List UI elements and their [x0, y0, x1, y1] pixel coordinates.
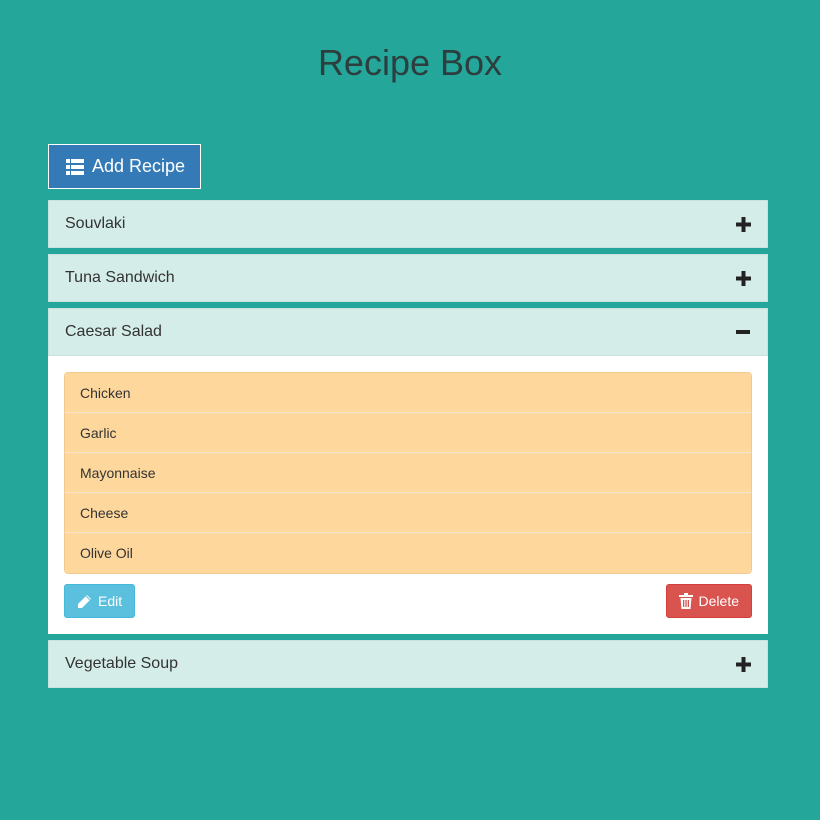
recipe-panel: Souvlaki	[48, 200, 768, 248]
add-recipe-button[interactable]: Add Recipe	[48, 144, 201, 189]
recipe-header-souvlaki[interactable]: Souvlaki	[48, 200, 768, 248]
recipe-header-tuna-sandwich[interactable]: Tuna Sandwich	[48, 254, 768, 302]
recipe-header-caesar-salad[interactable]: Caesar Salad	[48, 308, 768, 356]
delete-button[interactable]: Delete	[665, 584, 752, 618]
pencil-icon	[77, 594, 92, 609]
recipe-name: Souvlaki	[65, 215, 126, 232]
plus-icon[interactable]	[735, 270, 751, 286]
edit-label: Edit	[98, 593, 123, 609]
recipe-body: Chicken Garlic Mayonnaise Cheese Olive O…	[48, 356, 768, 634]
ingredient-item: Garlic	[65, 413, 751, 453]
trash-icon	[678, 593, 693, 609]
ingredient-item: Cheese	[65, 493, 751, 533]
recipe-accordion: Souvlaki Tuna Sandwich Caesar Salad Chic…	[48, 200, 768, 694]
recipe-name: Vegetable Soup	[65, 655, 178, 672]
recipe-actions: Edit Delete	[64, 584, 752, 618]
page-title: Recipe Box	[317, 42, 503, 83]
recipe-name: Tuna Sandwich	[65, 269, 175, 286]
recipe-name: Caesar Salad	[65, 323, 162, 340]
recipe-panel: Tuna Sandwich	[48, 254, 768, 302]
recipe-panel: Caesar Salad Chicken Garlic Mayonnaise C…	[48, 308, 768, 634]
plus-icon[interactable]	[735, 216, 751, 232]
ingredient-item: Chicken	[65, 373, 751, 413]
delete-label: Delete	[698, 593, 739, 609]
minus-icon[interactable]	[735, 324, 751, 340]
recipe-panel: Vegetable Soup	[48, 640, 768, 688]
recipe-header-vegetable-soup[interactable]: Vegetable Soup	[48, 640, 768, 688]
ingredient-item: Mayonnaise	[65, 453, 751, 493]
ingredient-list: Chicken Garlic Mayonnaise Cheese Olive O…	[64, 372, 752, 574]
plus-icon[interactable]	[735, 656, 751, 672]
list-icon	[66, 158, 84, 175]
edit-button[interactable]: Edit	[64, 584, 136, 618]
add-recipe-label: Add Recipe	[92, 156, 186, 176]
ingredient-item: Olive Oil	[65, 533, 751, 573]
